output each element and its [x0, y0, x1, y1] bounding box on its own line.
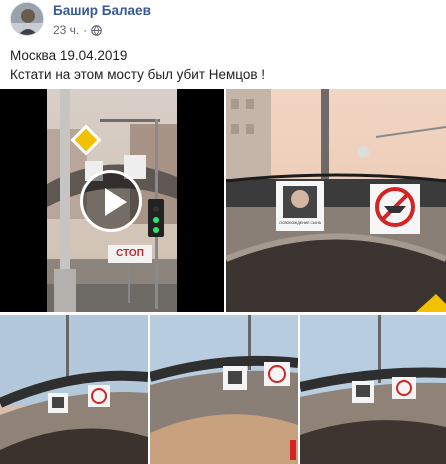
post-header: Башир Балаев 23 ч. ·	[0, 0, 446, 40]
post-meta: 23 ч. ·	[53, 23, 103, 37]
avatar-image	[11, 3, 43, 35]
photo-bridge-banners-large[interactable]: ОСВОБОЖДЕНИЕ СЫНА	[226, 89, 446, 312]
video-thumbnail[interactable]: СТОП	[0, 89, 224, 312]
play-icon	[105, 188, 127, 216]
post-timestamp[interactable]: 23 ч.	[53, 23, 79, 37]
play-button[interactable]	[80, 170, 142, 232]
photo-bridge-small-2[interactable]	[150, 315, 298, 464]
photo-bridge-small-3[interactable]	[300, 315, 446, 464]
post-text-line-comment: Кстати на этом мосту был убит Немцов !	[10, 67, 266, 82]
globe-icon[interactable]	[91, 24, 103, 36]
avatar[interactable]	[10, 2, 44, 36]
author-name[interactable]: Башир Балаев	[53, 3, 151, 18]
stop-sign-text: СТОП	[116, 248, 144, 259]
post-text-line-date: Москва 19.04.2019	[10, 48, 128, 63]
post-text: Москва 19.04.2019 Кстати на этом мосту б…	[10, 46, 265, 84]
banner-caption: ОСВОБОЖДЕНИЕ СЫНА	[279, 221, 321, 225]
photo-bridge-small-1[interactable]	[0, 315, 148, 464]
meta-separator: ·	[83, 23, 88, 37]
